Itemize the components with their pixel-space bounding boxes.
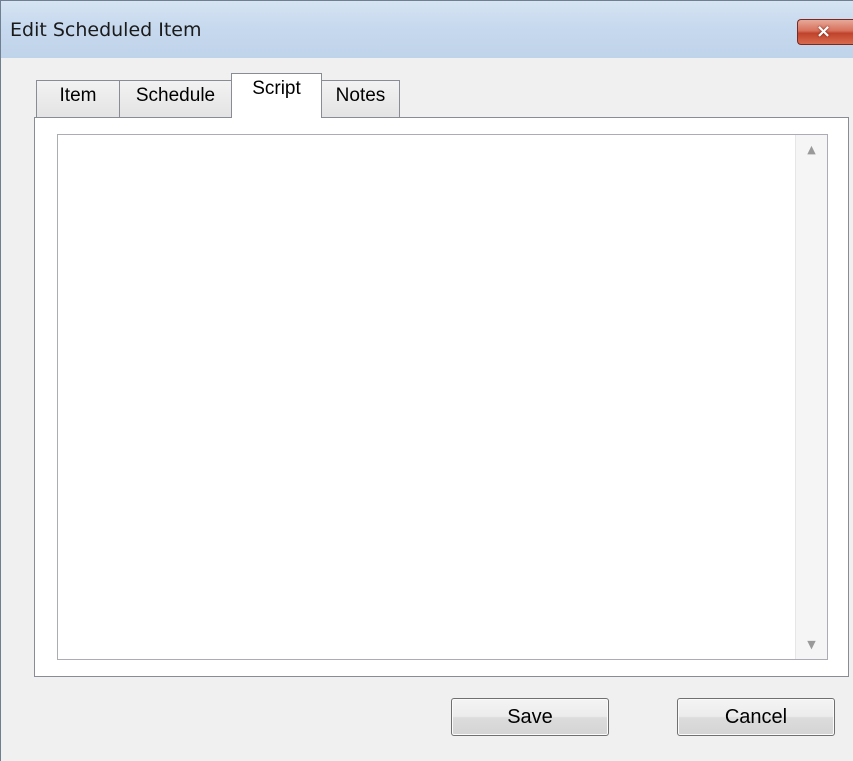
vertical-scrollbar[interactable]: ▲ ▼ [795,135,827,659]
tab-schedule[interactable]: Schedule [119,80,232,118]
cancel-button[interactable]: Cancel [677,698,835,736]
scroll-down-icon[interactable]: ▼ [796,638,827,651]
script-textarea[interactable]: ▲ ▼ [57,134,828,660]
scroll-up-icon[interactable]: ▲ [796,143,827,156]
tab-item[interactable]: Item [36,80,120,118]
title-bar[interactable]: Edit Scheduled Item × [1,1,853,58]
dialog-body: Item Schedule Script Notes ▲ ▼ Save Canc… [1,58,853,761]
save-button[interactable]: Save [451,698,609,736]
tab-notes[interactable]: Notes [321,80,400,118]
close-icon: × [816,21,832,42]
close-button[interactable]: × [797,19,853,45]
script-tab-panel: ▲ ▼ [34,117,849,677]
dialog-window: Edit Scheduled Item × Item Schedule Scri… [0,0,853,761]
tab-script[interactable]: Script [231,73,322,118]
window-title: Edit Scheduled Item [10,19,202,41]
